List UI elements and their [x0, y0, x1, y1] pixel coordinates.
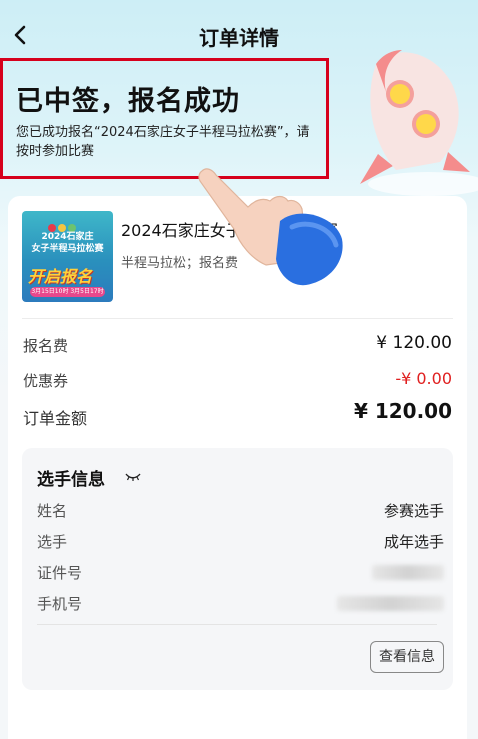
- id-number-label: 证件号: [37, 564, 83, 582]
- phone-number-redacted: [337, 596, 444, 611]
- event-image: 2024石家庄 女子半程马拉松赛 开启报名 3月15日10时 3月5日17时: [22, 211, 113, 302]
- coupon-label: 优惠券: [23, 372, 69, 390]
- event-image-line2: 女子半程马拉松赛: [31, 244, 104, 254]
- id-number-redacted: [372, 565, 444, 580]
- eye-closed-icon[interactable]: [125, 472, 141, 482]
- fee-label: 报名费: [23, 337, 69, 355]
- player-type-label: 选手: [37, 533, 68, 551]
- name-label: 姓名: [37, 502, 68, 520]
- phone-label: 手机号: [37, 595, 83, 613]
- fee-value: ¥ 120.00: [376, 333, 452, 353]
- success-status-box: 已中签，报名成功 您已成功报名“2024石家庄女子半程马拉松赛”，请按时参加比赛: [0, 58, 329, 179]
- pointing-hand-illustration: [198, 168, 343, 286]
- event-image-line4: 3月15日10时 3月5日17时: [30, 287, 105, 297]
- divider: [22, 318, 453, 319]
- rocket-illustration: [360, 50, 478, 196]
- name-value: 参赛选手: [383, 502, 444, 520]
- player-info-title: 选手信息: [37, 470, 105, 490]
- coupon-value: -¥ 0.00: [395, 369, 452, 388]
- view-info-button[interactable]: 查看信息: [370, 641, 444, 673]
- divider: [37, 624, 437, 625]
- total-label: 订单金额: [23, 409, 88, 428]
- player-info-section: 选手信息 姓名 参赛选手 选手 成年选手 证件号 手机号 查看信息: [22, 448, 453, 690]
- success-description: 您已成功报名“2024石家庄女子半程马拉松赛”，请按时参加比赛: [16, 125, 310, 159]
- event-image-line3: 开启报名: [28, 267, 93, 286]
- total-value: ¥ 120.00: [353, 399, 452, 423]
- player-type-value: 成年选手: [383, 533, 444, 551]
- success-title: 已中签，报名成功: [16, 86, 240, 117]
